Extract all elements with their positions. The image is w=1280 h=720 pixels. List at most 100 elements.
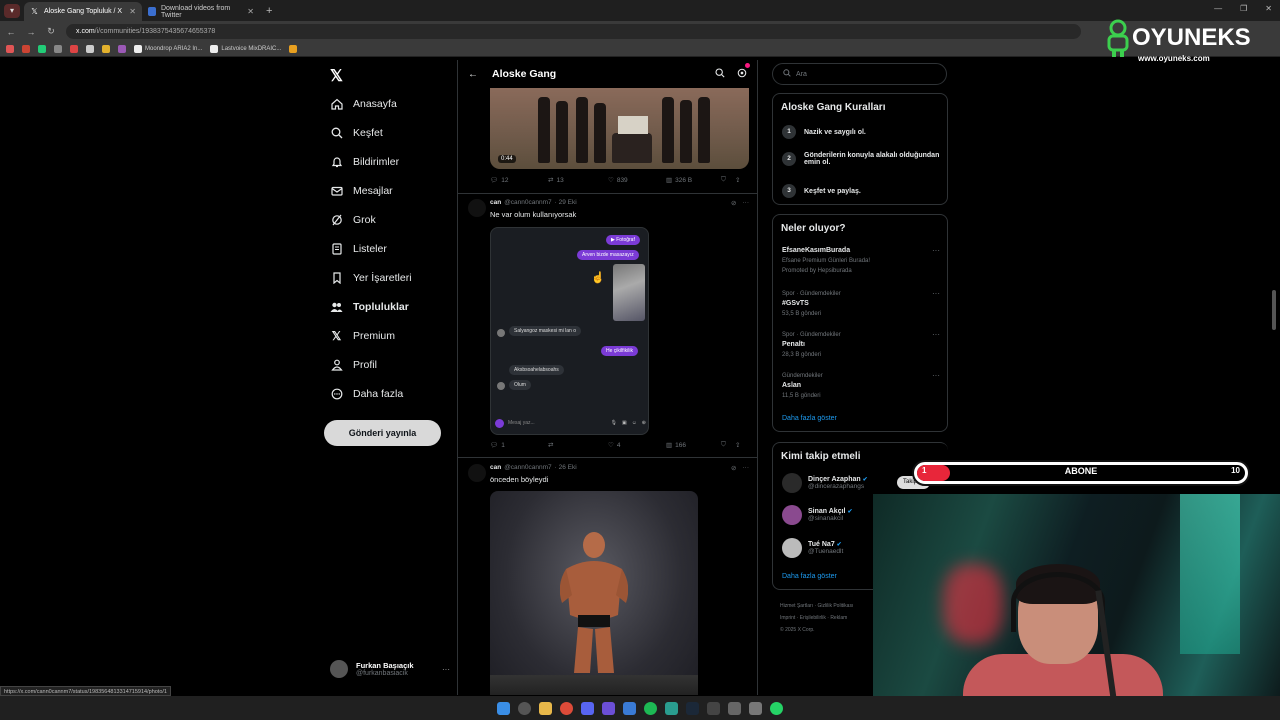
trend-item[interactable]: Spor · Gündemdekiler Penaltı 28,3 B gönd… <box>782 330 940 360</box>
reply-button[interactable]: 💬︎ 12 <box>490 176 548 185</box>
more-icon[interactable]: ··· <box>743 199 750 207</box>
youtube-icon[interactable] <box>70 45 78 53</box>
trend-item[interactable]: Spor · Gündemdekiler #GSvTS 53,5 B gönde… <box>782 289 940 319</box>
views-button[interactable]: ▥ 166 <box>666 441 721 450</box>
forward-icon[interactable]: → <box>26 27 36 37</box>
community-settings-icon[interactable] <box>737 63 750 83</box>
bookmark-item[interactable]: Moondrop ARIA2 In... <box>134 45 202 53</box>
nav-explore[interactable]: Keşfet <box>330 124 383 142</box>
chrome-icon[interactable] <box>560 701 573 715</box>
maximize-icon[interactable]: ❐ <box>1240 4 1247 13</box>
more-icon[interactable]: ··· <box>743 464 750 472</box>
bookmark-icon[interactable]: ⛉ <box>721 176 735 184</box>
bookmark-item[interactable]: Lastvoice MixDRAIC... <box>210 45 281 53</box>
tab-inactive[interactable]: Download videos from Twitter ✕ <box>142 2 260 21</box>
bookmark-icon[interactable] <box>118 45 126 53</box>
tweet-image[interactable] <box>490 491 698 695</box>
nav-lists[interactable]: Listeler <box>330 240 387 258</box>
more-icon[interactable]: ··· <box>442 665 450 674</box>
nav-communities[interactable]: Topluluklar <box>330 298 409 316</box>
account-switcher[interactable]: Furkan Başıaçık @furkanbasiacik ··· <box>330 660 450 678</box>
nav-messages[interactable]: Mesajlar <box>330 182 393 200</box>
nav-home[interactable]: Anasayfa <box>330 95 397 113</box>
search-icon[interactable] <box>715 65 725 83</box>
discord-icon[interactable] <box>581 701 594 715</box>
bookmark-icon[interactable] <box>54 45 62 53</box>
grok-icon[interactable]: ⊘ <box>731 464 736 472</box>
views-button[interactable]: ▥ 326 B <box>666 176 721 185</box>
more-icon[interactable]: ··· <box>932 371 940 381</box>
folder-icon[interactable] <box>539 701 552 715</box>
tab-search-button[interactable]: ▾ <box>4 3 20 18</box>
url-field[interactable]: x.com/i/communities/1938375435674655378 <box>66 24 1081 39</box>
app-icon[interactable] <box>728 701 741 715</box>
close-icon[interactable]: ✕ <box>247 7 254 16</box>
avatar[interactable] <box>468 464 486 482</box>
share-icon[interactable]: ⇪ <box>735 176 740 184</box>
tweet-handle[interactable]: @cann0cannm7 <box>504 199 551 207</box>
search-icon[interactable] <box>518 701 531 715</box>
bookmark-icon[interactable]: ⛉ <box>721 441 735 449</box>
repost-button[interactable]: ⇄ <box>548 441 608 449</box>
nav-bookmarks[interactable]: Yer İşaretleri <box>330 269 412 287</box>
nav-premium[interactable]: 𝕏 Premium <box>330 327 395 345</box>
app-icon[interactable] <box>602 701 615 715</box>
follow-suggestion[interactable]: Tué Na7 ✔ @Tuenaedlt <box>782 538 843 558</box>
reload-icon[interactable]: ↻ <box>46 26 56 37</box>
tab-active[interactable]: 𝕏 Aloske Gang Topluluk / X ✕ <box>24 2 142 21</box>
minimize-icon[interactable]: — <box>1214 4 1222 13</box>
bookmark-icon[interactable] <box>86 45 94 53</box>
tweet-author[interactable]: can <box>490 464 501 472</box>
like-button[interactable]: ♡ 4 <box>608 441 666 450</box>
like-button[interactable]: ♡ 839 <box>608 176 666 185</box>
tweet-image[interactable]: ▶ Fotoğraf Arven bizde masazayız Salyang… <box>490 227 649 435</box>
search-input[interactable]: Ara <box>772 63 947 85</box>
repost-button[interactable]: ⇄ 13 <box>548 176 608 185</box>
nav-grok[interactable]: Grok <box>330 211 376 229</box>
gmail-icon[interactable] <box>22 45 30 53</box>
footer-link[interactable]: Erişilebilirlik <box>800 615 826 621</box>
more-icon[interactable]: ··· <box>932 246 940 256</box>
apps-icon[interactable] <box>6 45 14 53</box>
close-window-icon[interactable]: ✕ <box>1265 4 1272 13</box>
folder-icon[interactable] <box>102 45 110 53</box>
footer-link[interactable]: Gizlilik Politikası <box>818 603 854 609</box>
tweet-author[interactable]: can <box>490 199 501 207</box>
trend-item[interactable]: EfsaneKasımBurada Efsane Premium Günleri… <box>782 246 940 276</box>
whatsapp-icon[interactable] <box>770 701 783 715</box>
post-button[interactable]: Gönderi yayınla <box>324 420 441 446</box>
new-tab-button[interactable]: + <box>266 5 272 17</box>
follow-suggestion[interactable]: Dinçer Azaphan ✔ @dincerazaphangs <box>782 473 868 493</box>
x-logo-icon[interactable]: 𝕏 <box>330 66 343 86</box>
follow-suggestion[interactable]: Sinan Akçıl ✔ @sinanakcil <box>782 505 852 525</box>
obs-icon[interactable] <box>707 701 720 715</box>
footer-link[interactable]: Imprint <box>780 615 795 621</box>
close-icon[interactable]: ✕ <box>129 7 136 16</box>
app-icon[interactable] <box>749 701 762 715</box>
share-icon[interactable]: ⇪ <box>735 441 740 449</box>
nav-notifications[interactable]: Bildirimler <box>330 153 399 171</box>
app-icon[interactable] <box>665 701 678 715</box>
show-more-link[interactable]: Daha fazla göster <box>782 573 837 580</box>
more-icon[interactable]: ··· <box>932 289 940 299</box>
tweet-handle[interactable]: @cann0cannm7 <box>504 464 551 472</box>
app-icon[interactable] <box>623 701 636 715</box>
back-icon[interactable]: ← <box>6 27 16 37</box>
video-thumbnail[interactable]: 0:44 <box>490 88 749 169</box>
spotify-icon[interactable] <box>644 701 657 715</box>
footer-link[interactable]: Reklam <box>830 615 847 621</box>
show-more-link[interactable]: Daha fazla göster <box>782 415 837 422</box>
more-icon[interactable]: ··· <box>932 330 940 340</box>
scrollbar[interactable] <box>1271 60 1277 695</box>
back-arrow-icon[interactable]: ← <box>468 69 478 80</box>
grok-icon[interactable]: ⊘ <box>731 199 736 207</box>
nav-more[interactable]: Daha fazla <box>330 385 403 403</box>
steam-icon[interactable] <box>686 701 699 715</box>
avatar[interactable] <box>468 199 486 217</box>
reply-button[interactable]: 💬︎ 1 <box>490 441 548 450</box>
bookmark-icon[interactable] <box>38 45 46 53</box>
start-icon[interactable] <box>497 701 510 715</box>
nav-profile[interactable]: Profil <box>330 356 377 374</box>
footer-link[interactable]: Hizmet Şartları <box>780 603 813 609</box>
tweet-date[interactable]: · 26 Eki <box>555 464 577 472</box>
